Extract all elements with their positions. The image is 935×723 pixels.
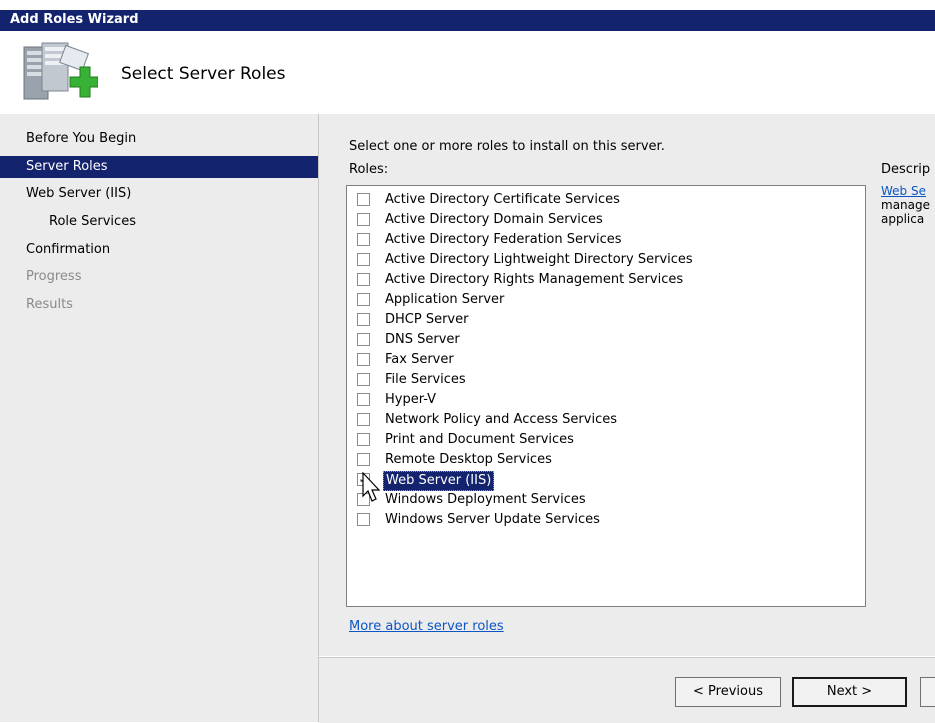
role-label: File Services bbox=[385, 372, 466, 387]
role-checkbox[interactable] bbox=[357, 213, 370, 226]
role-label: Application Server bbox=[385, 292, 505, 307]
nav-item-before-you-begin[interactable]: Before You Begin bbox=[0, 128, 318, 150]
previous-button[interactable]: < Previous bbox=[675, 677, 781, 707]
role-label: Active Directory Lightweight Directory S… bbox=[385, 252, 693, 267]
role-checkbox[interactable] bbox=[357, 233, 370, 246]
role-checkbox[interactable] bbox=[357, 433, 370, 446]
server-roles-add-icon bbox=[23, 42, 98, 100]
nav-item-label: Web Server (IIS) bbox=[26, 186, 132, 201]
mouse-pointer-icon bbox=[362, 472, 381, 502]
nav-item-results: Results bbox=[0, 294, 318, 316]
roles-listbox[interactable]: Active Directory Certificate Services Ac… bbox=[346, 185, 866, 607]
next-button[interactable]: Next > bbox=[792, 677, 907, 707]
role-label: Hyper-V bbox=[385, 392, 437, 407]
description-label: Descrip bbox=[881, 162, 931, 177]
nav-item-web-server-iis[interactable]: Web Server (IIS) bbox=[0, 183, 318, 205]
page-heading: Select Server Roles bbox=[121, 64, 286, 84]
role-label: Web Server (IIS) bbox=[383, 471, 495, 491]
role-checkbox[interactable] bbox=[357, 253, 370, 266]
role-checkbox[interactable] bbox=[357, 393, 370, 406]
install-button[interactable] bbox=[920, 677, 935, 707]
nav-item-label: Before You Begin bbox=[26, 131, 137, 146]
role-label: Fax Server bbox=[385, 352, 454, 367]
nav-item-progress: Progress bbox=[0, 266, 318, 288]
role-checkbox[interactable] bbox=[357, 353, 370, 366]
role-checkbox[interactable] bbox=[357, 313, 370, 326]
role-checkbox[interactable] bbox=[357, 513, 370, 526]
role-label: Active Directory Rights Management Servi… bbox=[385, 272, 684, 287]
role-label: Windows Server Update Services bbox=[385, 512, 600, 527]
instruction-text: Select one or more roles to install on t… bbox=[349, 139, 665, 154]
roles-label: Roles: bbox=[349, 162, 389, 177]
role-label: Active Directory Federation Services bbox=[385, 232, 622, 247]
role-label: Print and Document Services bbox=[385, 432, 574, 447]
wizard-header: Select Server Roles bbox=[0, 31, 935, 115]
role-checkbox[interactable] bbox=[357, 413, 370, 426]
role-label: Windows Deployment Services bbox=[385, 492, 586, 507]
nav-item-label: Server Roles bbox=[26, 159, 108, 174]
description-text-line: applica bbox=[881, 212, 925, 226]
nav-item-server-roles[interactable]: Server Roles bbox=[0, 156, 318, 178]
nav-item-role-services[interactable]: Role Services bbox=[0, 211, 318, 233]
wizard-steps-pane: Before You Begin Server Roles Web Server… bbox=[0, 114, 319, 722]
window-title: Add Roles Wizard bbox=[10, 12, 139, 27]
role-label: Active Directory Certificate Services bbox=[385, 192, 620, 207]
nav-item-label: Confirmation bbox=[26, 242, 111, 257]
role-label: DNS Server bbox=[385, 332, 460, 347]
role-checkbox[interactable] bbox=[357, 273, 370, 286]
role-label: DHCP Server bbox=[385, 312, 469, 327]
role-checkbox[interactable] bbox=[357, 373, 370, 386]
role-checkbox[interactable] bbox=[357, 333, 370, 346]
nav-item-label: Role Services bbox=[49, 214, 136, 229]
more-about-server-roles-link[interactable]: More about server roles bbox=[349, 618, 504, 636]
title-bar: Add Roles Wizard bbox=[0, 0, 935, 31]
description-link[interactable]: Web Se bbox=[881, 184, 935, 198]
title-bar-strip bbox=[0, 10, 935, 31]
nav-item-label: Results bbox=[26, 297, 73, 312]
nav-item-label: Progress bbox=[26, 269, 82, 284]
role-checkbox[interactable] bbox=[357, 293, 370, 306]
role-label: Active Directory Domain Services bbox=[385, 212, 603, 227]
role-label: Network Policy and Access Services bbox=[385, 412, 617, 427]
role-checkbox[interactable] bbox=[357, 193, 370, 206]
nav-item-confirmation[interactable]: Confirmation bbox=[0, 239, 318, 261]
role-label: Remote Desktop Services bbox=[385, 452, 552, 467]
role-checkbox[interactable] bbox=[357, 453, 370, 466]
description-text-line: manage bbox=[881, 198, 931, 212]
